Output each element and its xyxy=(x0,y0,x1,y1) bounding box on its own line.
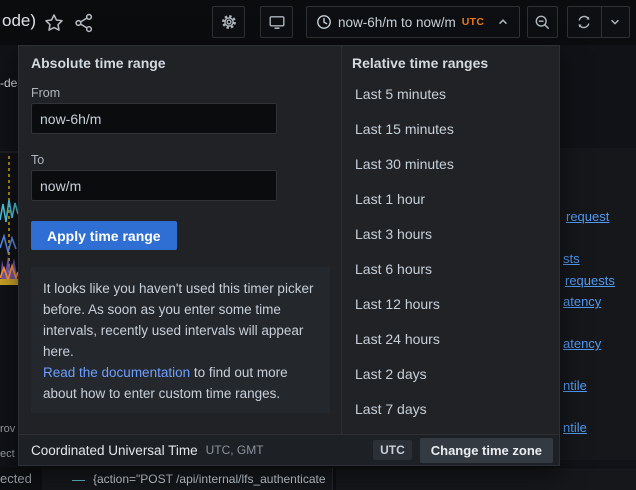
legend-series-label[interactable]: {action="POST /api/internal/lfs_authenti… xyxy=(93,472,326,486)
chevron-up-icon xyxy=(496,15,510,29)
utc-badge: UTC xyxy=(373,440,412,460)
background-row-label: ected xyxy=(0,471,32,486)
background-link[interactable]: requests xyxy=(565,273,615,288)
dashboard-settings-button[interactable] xyxy=(212,6,245,38)
from-label: From xyxy=(31,86,60,100)
magnifier-minus-icon xyxy=(534,14,551,31)
timezone-codes: UTC, GMT xyxy=(206,443,264,457)
background-link[interactable]: ntile xyxy=(563,378,587,393)
background-link[interactable]: sts xyxy=(563,251,580,266)
background-link[interactable]: atency xyxy=(563,294,601,309)
info-text: Read the documentation to find out more … xyxy=(43,362,318,404)
tv-mode-button[interactable] xyxy=(260,6,293,38)
timezone-footer: Coordinated Universal Time UTC, GMT UTC … xyxy=(19,434,559,465)
from-input[interactable] xyxy=(31,103,277,134)
background-link[interactable]: atency xyxy=(563,336,601,351)
dashboard-topbar: ode) xyxy=(0,0,636,45)
timer-picker-info-box: It looks like you haven't used this time… xyxy=(31,267,330,413)
time-range-label: now-6h/m to now/m xyxy=(338,15,456,30)
relative-range-option[interactable]: Last 5 minutes xyxy=(342,77,560,112)
relative-ranges-heading: Relative time ranges xyxy=(352,55,488,71)
relative-range-option[interactable]: Last 2 days xyxy=(342,357,560,392)
background-link[interactable]: ntile xyxy=(563,420,587,435)
refresh-icon xyxy=(576,14,592,30)
refresh-interval-dropdown[interactable] xyxy=(602,15,629,29)
grafana-screen: -de rov ect request sts requests atency … xyxy=(0,0,636,490)
background-link[interactable]: request xyxy=(566,209,609,224)
background-panel-edge xyxy=(336,468,636,490)
chart-fragment xyxy=(0,148,18,290)
to-label: To xyxy=(31,153,44,167)
relative-range-option[interactable]: Last 30 minutes xyxy=(342,147,560,182)
dashboard-title-fragment: ode) xyxy=(2,11,36,31)
time-range-picker-button[interactable]: now-6h/m to now/m UTC xyxy=(306,6,520,38)
absolute-range-heading: Absolute time range xyxy=(31,55,166,71)
tv-icon xyxy=(268,13,286,31)
zoom-out-time-button[interactable] xyxy=(527,6,558,38)
clock-icon xyxy=(316,14,332,30)
info-text: It looks like you haven't used this time… xyxy=(43,278,318,362)
background-bottom-strip: — {action="POST /api/internal/lfs_authen… xyxy=(0,467,636,490)
background-cut-text: -de xyxy=(0,76,17,90)
share-icon[interactable] xyxy=(74,13,94,33)
relative-range-option[interactable]: Last 15 minutes xyxy=(342,112,560,147)
time-range-timezone: UTC xyxy=(462,16,484,28)
relative-range-option[interactable]: Last 12 hours xyxy=(342,287,560,322)
legend-series-color: — xyxy=(72,472,85,487)
relative-range-option[interactable]: Last 3 hours xyxy=(342,217,560,252)
relative-range-option[interactable]: Last 7 days xyxy=(342,392,560,427)
gear-icon xyxy=(220,13,238,31)
relative-range-option[interactable]: Last 1 hour xyxy=(342,182,560,217)
change-timezone-button[interactable]: Change time zone xyxy=(420,438,553,463)
read-documentation-link[interactable]: Read the documentation xyxy=(43,365,190,380)
refresh-dashboard-button[interactable] xyxy=(568,14,601,30)
refresh-button-group xyxy=(567,6,630,38)
timezone-name: Coordinated Universal Time xyxy=(31,443,198,458)
background-row-label: ect xyxy=(0,448,15,460)
to-input[interactable] xyxy=(31,170,277,201)
legend-row: — {action="POST /api/internal/lfs_authen… xyxy=(42,468,333,490)
relative-ranges-list: Last 5 minutes Last 15 minutes Last 30 m… xyxy=(342,77,560,427)
time-picker-dropdown: Absolute time range From To Apply time r… xyxy=(18,45,560,466)
background-row-label: rov xyxy=(0,423,15,435)
star-icon[interactable] xyxy=(44,13,64,33)
apply-time-range-button[interactable]: Apply time range xyxy=(31,221,177,250)
relative-range-option[interactable]: Last 6 hours xyxy=(342,252,560,287)
relative-range-option[interactable]: Last 24 hours xyxy=(342,322,560,357)
chevron-down-icon xyxy=(608,15,622,29)
